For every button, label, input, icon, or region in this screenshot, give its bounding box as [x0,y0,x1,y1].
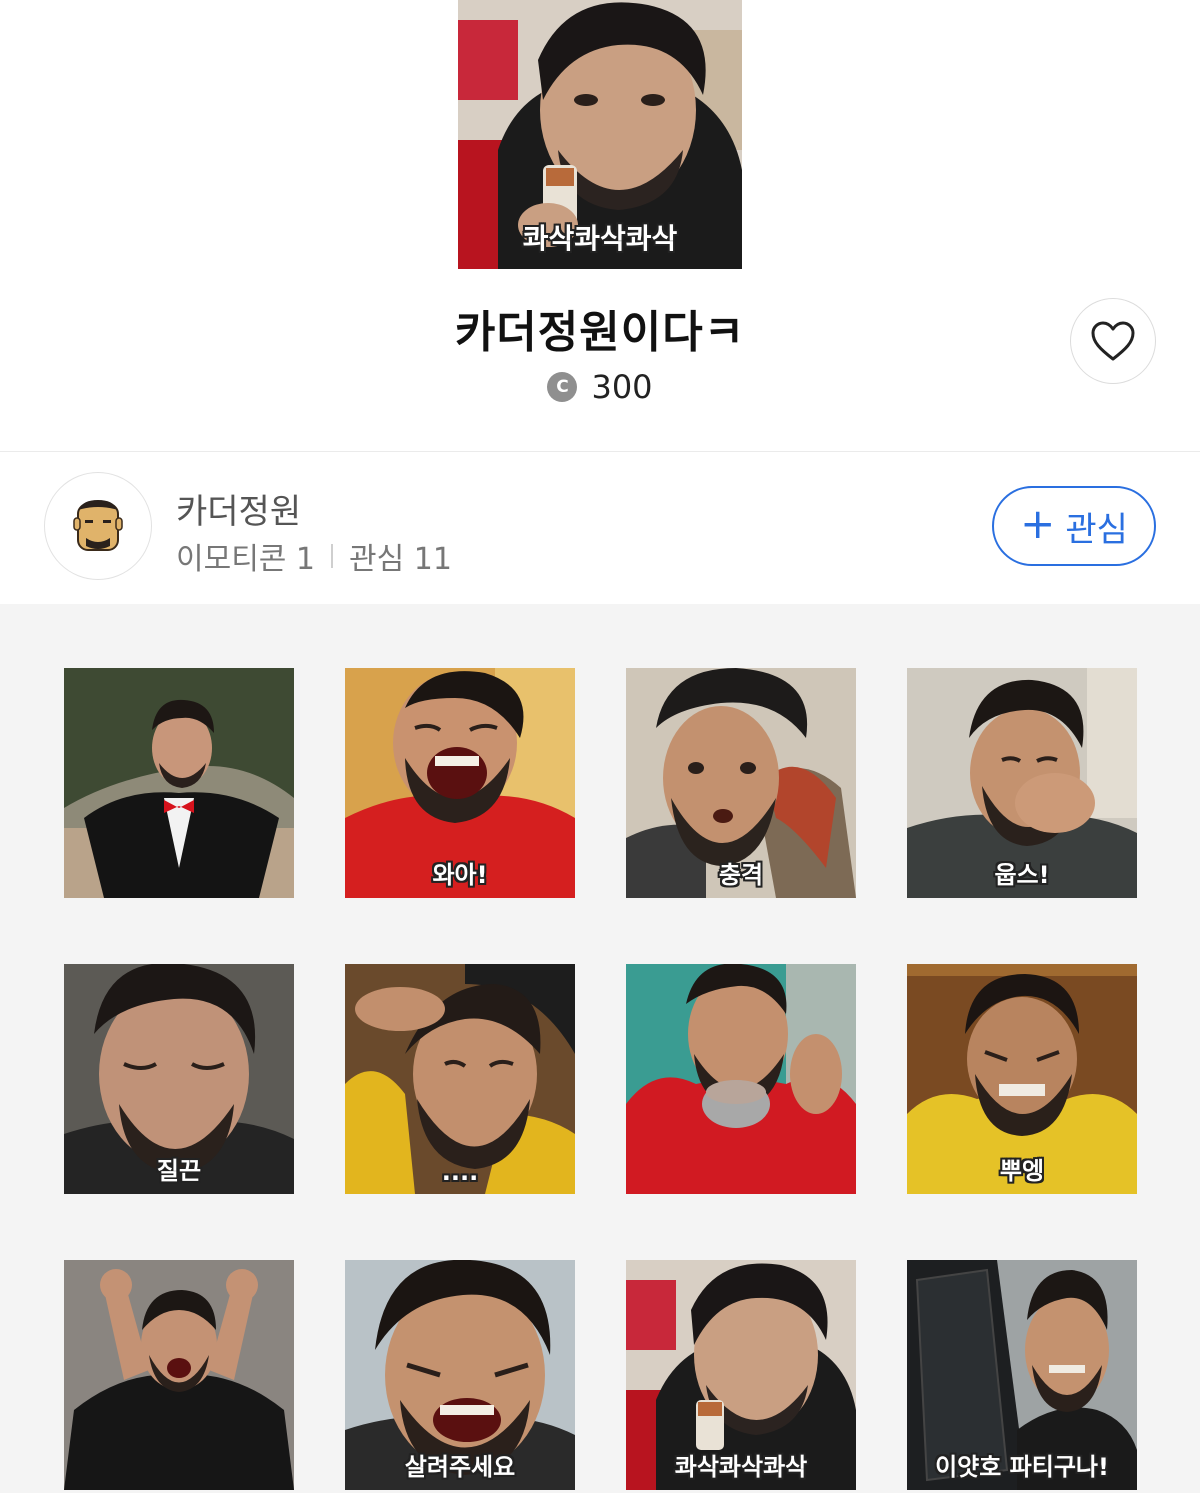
emoticon-tile[interactable]: 와아! [345,668,575,898]
emoticon-tile[interactable]: 충격 [626,668,856,898]
emoticon-tile[interactable]: 질끈 [64,964,294,1194]
emoticon-caption: 이얏호 파티구나! [935,1453,1109,1481]
creator-stats: 이모티콘 1 관심 11 [176,534,452,578]
emoticon-tile[interactable] [64,668,294,898]
emoticon-tile[interactable]: 뿌엥 [907,964,1137,1194]
emoticon-tile[interactable] [626,964,856,1194]
plus-icon: + [1020,499,1056,548]
follow-button-label: 관심 [1065,509,1128,550]
emoticon-pack-header: 콰삭콰삭콰삭 카더정원이다ㅋ C 300 [0,0,1200,452]
pack-title: 카더정원이다ㅋ [454,307,746,358]
creator-avatar-icon [73,500,123,551]
emoticon-tile[interactable]: 살려주세요 [345,1260,575,1490]
stat-divider [331,544,334,568]
emoticon-caption: 질끈 [156,1157,202,1185]
coin-icon: C [547,372,578,402]
emoticon-tile[interactable]: .... [345,964,575,1194]
emoticon-tile[interactable]: 웁스! [907,668,1137,898]
price-row: C 300 [0,368,1200,406]
emoticon-caption: 충격 [718,861,764,889]
creator-name[interactable]: 카더정원 [176,484,301,533]
emoticon-tile[interactable]: 이얏호 파티구나! [907,1260,1137,1490]
emoticon-tile[interactable]: 콰삭콰삭콰삭 [626,1260,856,1490]
emoticon-caption: 콰삭콰삭콰삭 [674,1453,808,1481]
interest-count: 관심 11 [349,542,452,577]
emoticon-caption: .... [441,1158,479,1186]
creator-row: 카더정원 이모티콘 1 관심 11 + 관심 [0,452,1200,604]
emoticon-image [64,1260,294,1490]
emoticon-caption: 뿌엥 [999,1157,1045,1185]
follow-button[interactable]: + 관심 [992,486,1156,566]
creator-avatar[interactable] [44,472,152,580]
price-value: 300 [591,368,653,406]
emoticon-caption: 와아! [432,861,488,889]
heart-icon [1091,321,1135,361]
emoticon-caption: 웁스! [994,861,1050,889]
emoticon-tile[interactable] [64,1260,294,1490]
like-button[interactable] [1070,298,1156,384]
pack-thumbnail: 콰삭콰삭콰삭 [458,0,742,269]
emoticon-caption: 살려주세요 [404,1453,516,1481]
emoticon-count: 이모티콘 1 [176,542,316,577]
emoticon-grid: 와아! 충격 웁스! 질끈 .... 뿌엥 살려주세요 콰삭콰삭콰삭 이얏호 파… [0,604,1200,1493]
emoticon-image [64,668,294,898]
emoticon-image [626,964,856,1194]
thumbnail-caption: 콰삭콰삭콰삭 [522,222,678,255]
